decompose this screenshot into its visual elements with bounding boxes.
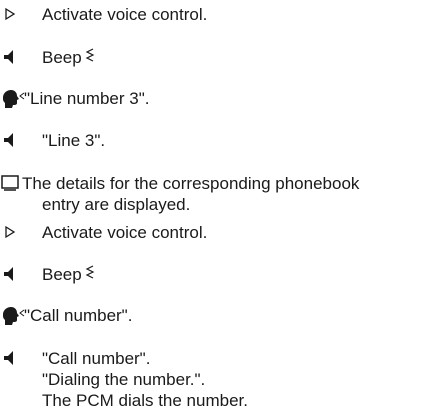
text-line: "Call number".	[42, 349, 151, 368]
step-text: Beep	[42, 264, 95, 287]
sound-wave-icon	[85, 264, 95, 287]
speaker-icon	[0, 47, 40, 71]
step-text: "Call number".	[24, 306, 133, 325]
speaker-icon	[0, 130, 40, 154]
step-text: "Line 3".	[42, 131, 106, 150]
triangle-right-icon	[0, 222, 40, 246]
text-line: The details for the corresponding phoneb…	[22, 174, 360, 193]
step-text: "Call number". "Dialing the number.". Th…	[42, 348, 248, 411]
text-line: "Dialing the number.".	[42, 370, 206, 389]
triangle-right-icon	[0, 4, 40, 28]
step-text: Beep	[42, 47, 95, 70]
speaker-icon	[0, 264, 40, 288]
instruction-list: Activate voice control. Beep "Line numbe…	[0, 0, 426, 410]
text-line: entry are displayed.	[42, 195, 191, 214]
sound-wave-icon	[85, 47, 95, 70]
step-text: "Line number 3".	[24, 89, 150, 108]
step-text: Activate voice control.	[42, 223, 208, 242]
speaker-icon	[0, 348, 40, 372]
step-text: The details for the corresponding phoneb…	[22, 173, 359, 215]
step-text: Activate voice control.	[42, 5, 208, 24]
